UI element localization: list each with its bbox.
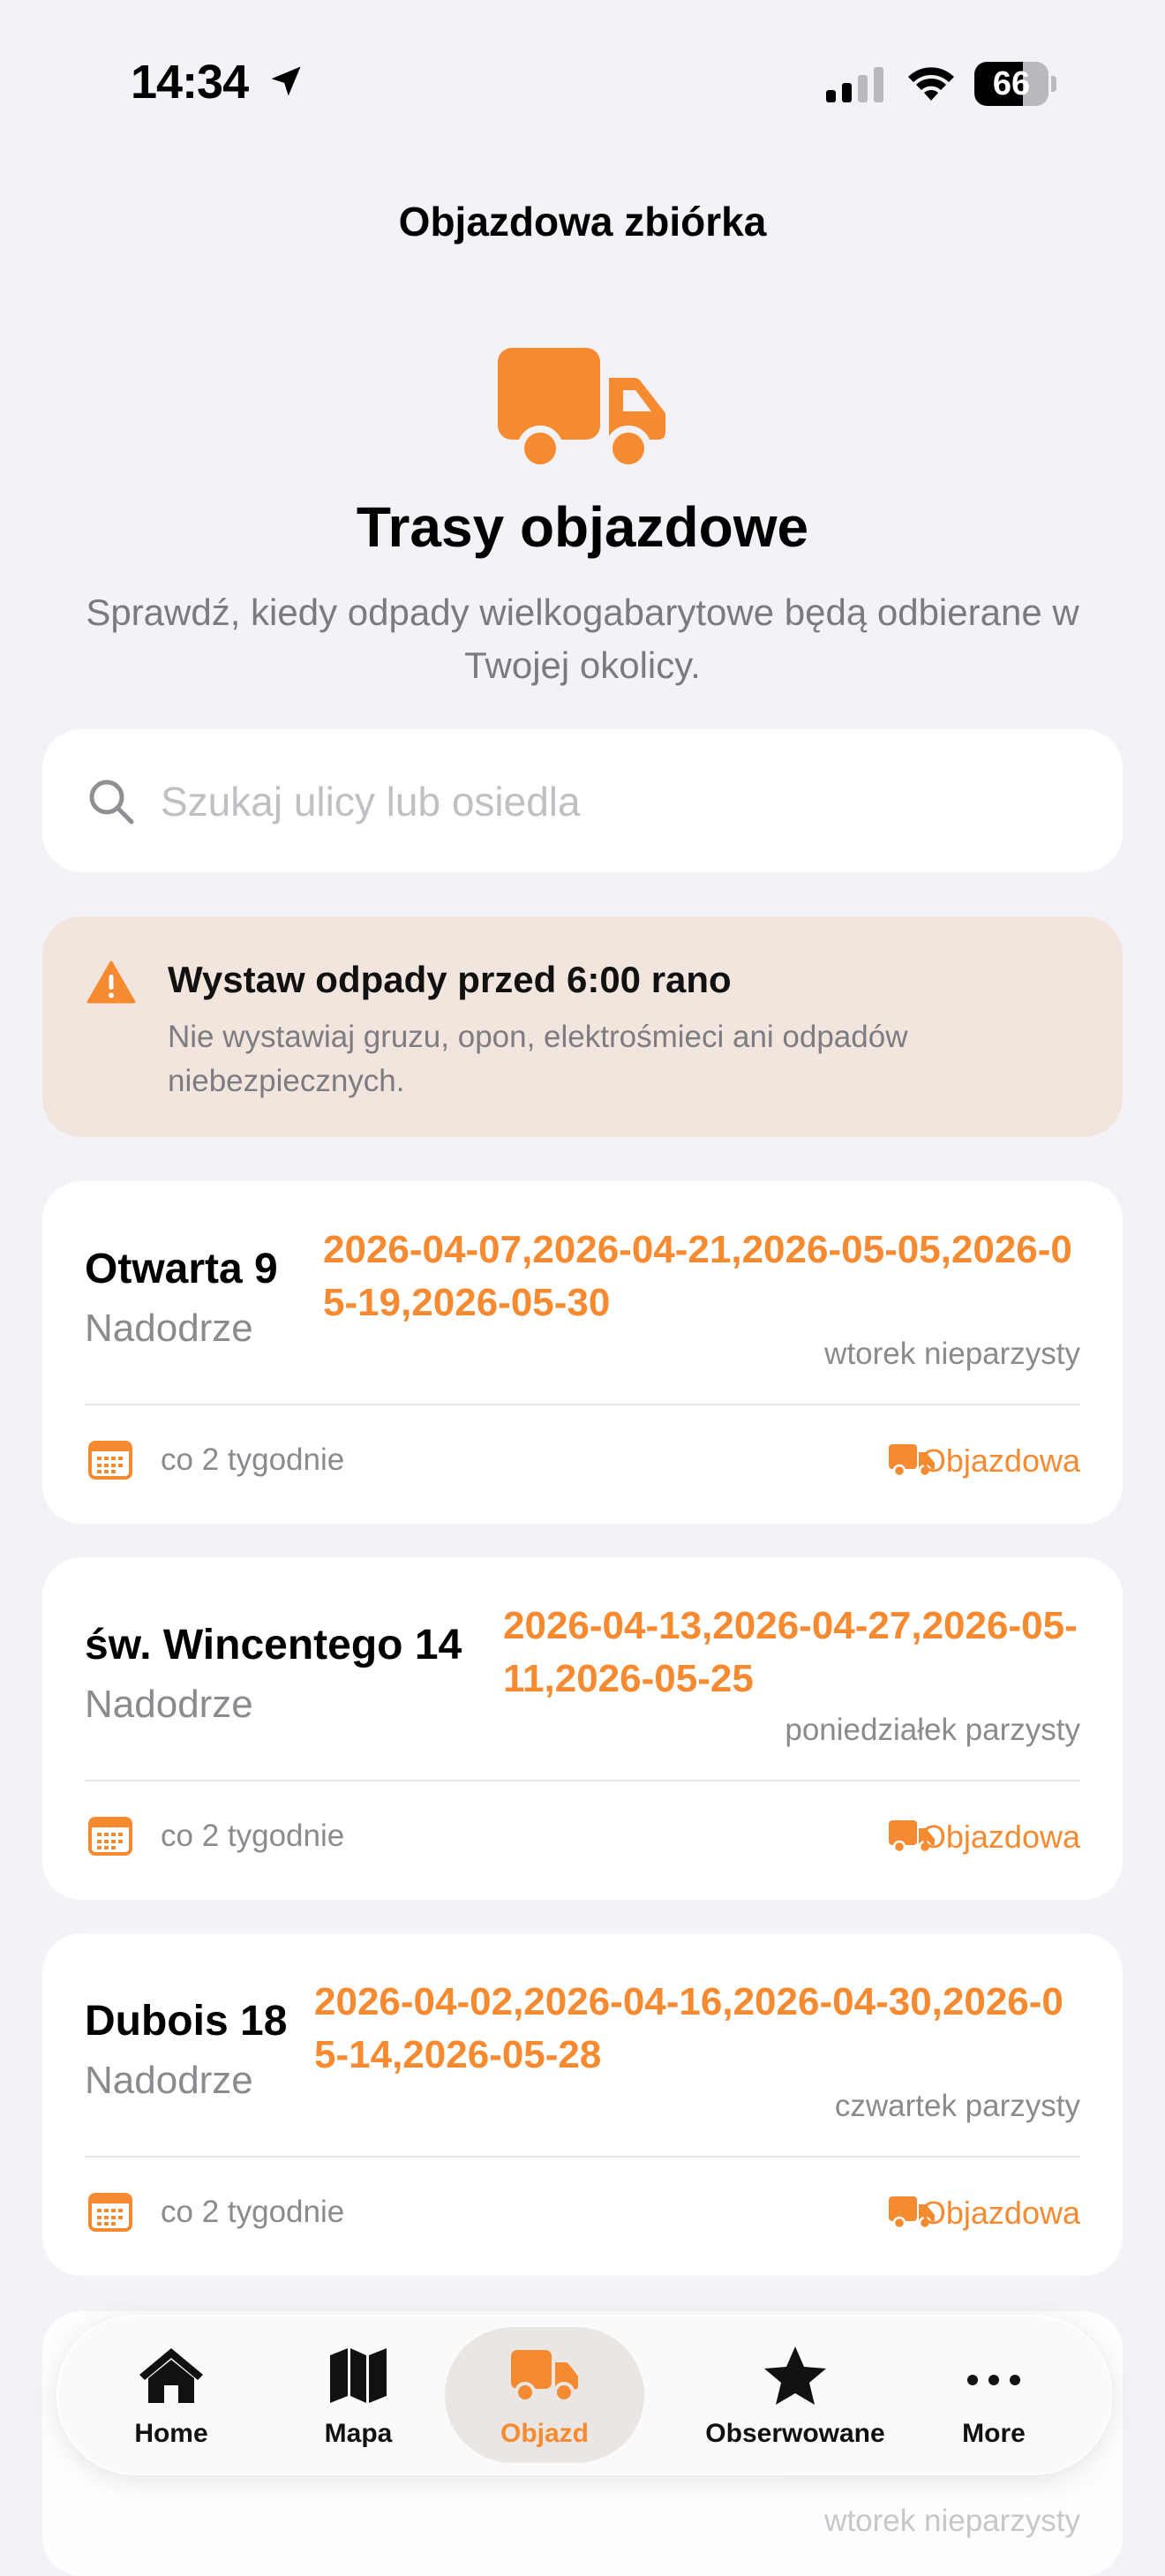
calendar-icon <box>88 1441 132 1480</box>
card-day: poniedziałek parzysty <box>785 1713 1080 1747</box>
card-district: Nadodrze <box>85 1683 253 1726</box>
card-frequency: co 2 tygodnie <box>161 1819 345 1853</box>
warning-banner: Wystaw odpady przed 6:00 rano Nie wystaw… <box>42 916 1123 1137</box>
status-bar: 14:34 66 <box>0 0 1165 168</box>
tab-more[interactable]: More <box>897 2316 1091 2474</box>
nav-title: Objazdowa zbiórka <box>398 199 767 245</box>
tab-label: Home <box>134 2419 208 2448</box>
tab-label: Mapa <box>324 2419 393 2448</box>
route-card[interactable]: Otwarta 9 Nadodrze 2026-04-07,2026-04-21… <box>42 1181 1123 1524</box>
card-district: Nadodrze <box>85 2059 253 2102</box>
warning-title: Wystaw odpady przed 6:00 rano <box>168 959 732 1000</box>
warning-text: Nie wystawiaj gruzu, opon, elektrośmieci… <box>168 1020 908 1098</box>
star-icon <box>764 2346 826 2405</box>
search-icon <box>89 780 134 825</box>
card-dates: 2026-04-07,2026-04-21,2026-05-05,2026-05… <box>323 1228 1072 1324</box>
map-icon <box>330 2348 387 2403</box>
tab-map[interactable]: Mapa <box>261 2316 455 2474</box>
truck-icon <box>498 348 665 468</box>
card-street: Dubois 18 <box>85 1998 288 2045</box>
tab-label: Obserwowane <box>705 2419 885 2448</box>
tab-objazd[interactable]: Objazd <box>447 2316 642 2474</box>
card-district: Nadodrze <box>85 1307 253 1350</box>
page-title: Trasy objazdowe <box>356 495 809 559</box>
cellular-signal-icon <box>826 67 883 102</box>
location-arrow-icon <box>271 66 301 96</box>
card-divider <box>85 2156 1080 2158</box>
card-type: Objazdowa <box>921 2195 1080 2231</box>
tab-bar: Home Mapa Objazd Obserwowane More <box>56 2315 1112 2475</box>
route-card[interactable]: Dubois 18 Nadodrze 2026-04-02,2026-04-16… <box>42 1933 1123 2276</box>
truck-icon <box>511 2350 578 2403</box>
route-card[interactable]: św. Wincentego 14 Nadodrze 2026-04-13,20… <box>42 1557 1123 1900</box>
card-day: czwartek parzysty <box>834 2089 1080 2123</box>
card-day: wtorek nieparzysty <box>824 2504 1080 2538</box>
house-icon <box>139 2348 203 2403</box>
card-street: św. Wincentego 14 <box>85 1622 462 1668</box>
tab-home[interactable]: Home <box>74 2316 268 2474</box>
search-bar[interactable] <box>42 729 1123 872</box>
tab-label: More <box>962 2419 1026 2448</box>
card-type: Objazdowa <box>921 1819 1080 1855</box>
tab-obserwowane[interactable]: Obserwowane <box>676 2316 914 2474</box>
tab-label: Objazd <box>500 2419 589 2448</box>
battery-percent: 66 <box>992 65 1031 102</box>
card-divider <box>85 1780 1080 1781</box>
ellipsis-icon <box>967 2375 1020 2385</box>
card-frequency: co 2 tygodnie <box>161 2195 345 2229</box>
card-frequency: co 2 tygodnie <box>161 1442 345 1477</box>
card-street: Otwarta 9 <box>85 1246 278 1292</box>
warning-triangle-icon <box>86 960 136 1004</box>
page-subtitle: Sprawdź, kiedy odpady wielkogabarytowe b… <box>86 591 1079 686</box>
card-type: Objazdowa <box>921 1442 1080 1479</box>
card-dates: 2026-04-13,2026-04-27,2026-05-11,2026-05… <box>503 1604 1078 1700</box>
card-day: wtorek nieparzysty <box>824 1337 1080 1371</box>
status-time: 14:34 <box>131 56 249 109</box>
wifi-icon <box>908 67 954 101</box>
search-input[interactable] <box>159 765 1080 839</box>
card-dates: 2026-04-02,2026-04-16,2026-04-30,2026-05… <box>314 1980 1064 2076</box>
card-divider <box>85 1404 1080 1405</box>
calendar-icon <box>88 1817 132 1856</box>
battery-indicator: 66 <box>974 62 1056 106</box>
calendar-icon <box>88 2193 132 2232</box>
